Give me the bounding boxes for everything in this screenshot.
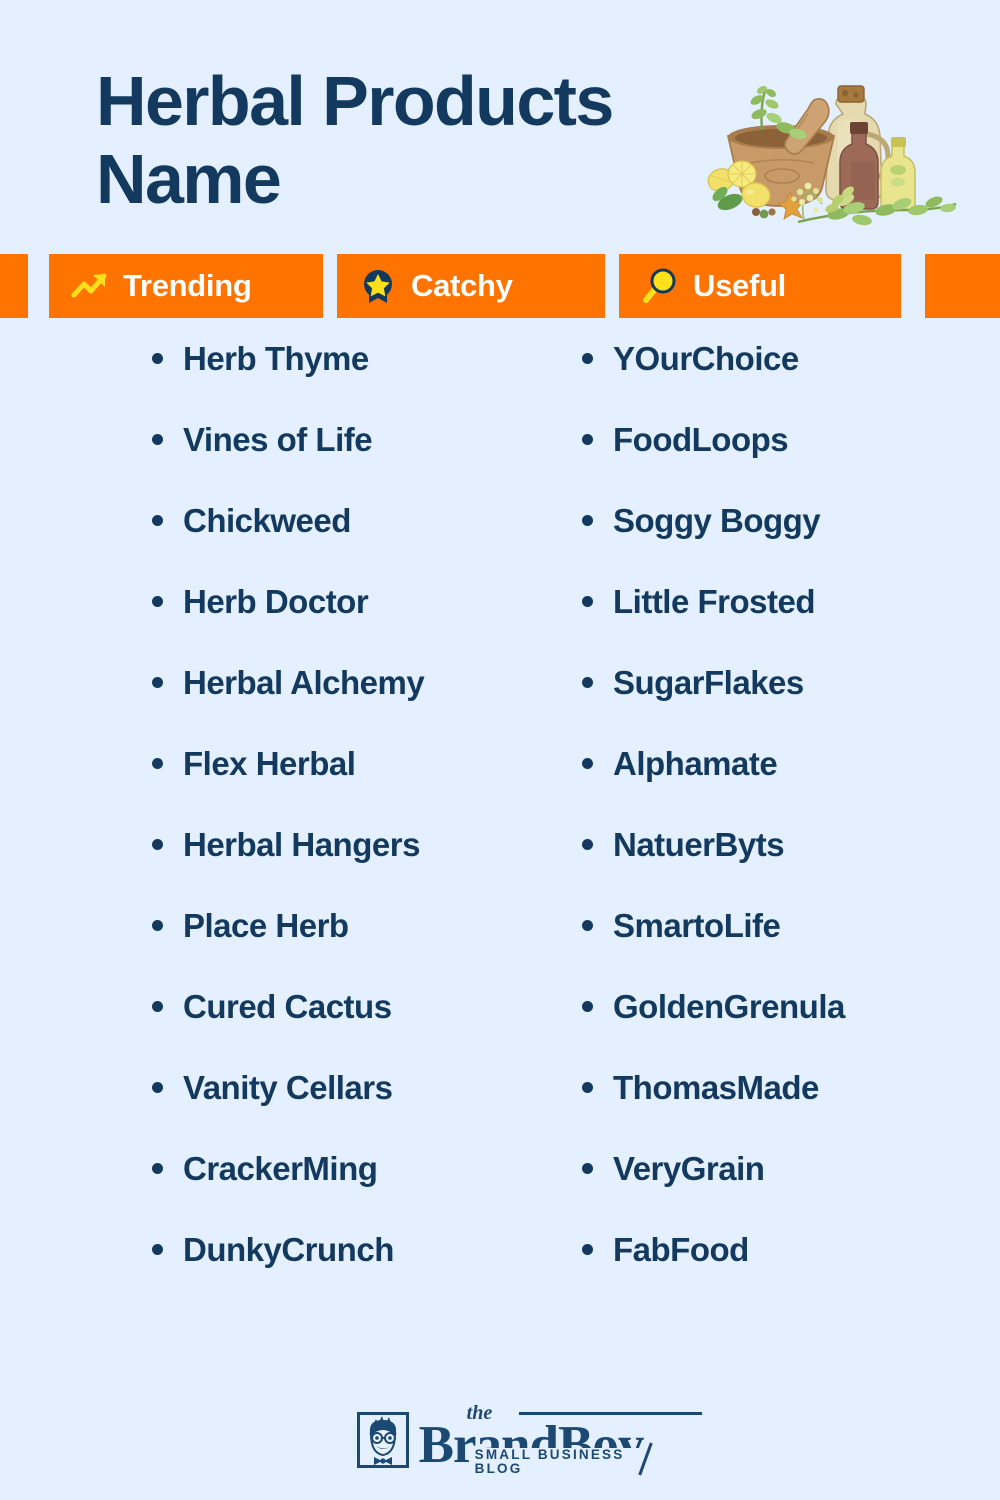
bullet-icon [582,434,593,445]
list-item-label: FabFood [613,1230,749,1268]
bullet-icon [582,1001,593,1012]
list-item-label: Herbal Alchemy [183,663,425,701]
list-item-label: GoldenGrenula [613,987,845,1025]
badge-catchy[interactable]: Catchy [337,254,605,318]
bullet-icon [152,596,163,607]
list-item-label: Herb Thyme [183,339,369,377]
bullet-icon [152,920,163,931]
badge-catchy-label: Catchy [411,268,513,303]
list-item: YOurChoice [570,318,990,399]
list-item-label: SugarFlakes [613,663,804,701]
list-item: FabFood [570,1209,990,1290]
list-item-label: Alphamate [613,744,778,782]
list-item-label: Flex Herbal [183,744,356,782]
badge-useful[interactable]: Useful [619,254,901,318]
header: Herbal Products Name [0,0,1000,254]
list-item-label: VeryGrain [613,1149,765,1187]
list-item: FoodLoops [570,399,990,480]
bullet-icon [582,515,593,526]
list-item: Little Frosted [570,561,990,642]
list-item: NatuerByts [570,804,990,885]
badge-useful-label: Useful [693,268,786,303]
bullet-icon [152,1001,163,1012]
list-item: Chickweed [140,480,560,561]
trending-up-icon [71,267,109,305]
bullet-icon [152,353,163,364]
name-lists: Herb Thyme Vines of Life Chickweed Herb … [0,318,1000,1290]
brand-the-label: the [466,1402,493,1424]
bullet-icon [582,596,593,607]
list-item: DunkyCrunch [140,1209,560,1290]
wordmark-rule [518,1412,702,1415]
list-item: CrackerMing [140,1128,560,1209]
list-item: VeryGrain [570,1128,990,1209]
list-item: Flex Herbal [140,723,560,804]
brand-tagline: SMALL BUSINESS BLOG [470,1448,644,1475]
list-item-label: Vines of Life [183,420,373,458]
list-item-label: CrackerMing [183,1149,378,1187]
badge-bar-left-strip [0,254,28,318]
list-item: GoldenGrenula [570,966,990,1047]
bullet-icon [582,677,593,688]
bullet-icon [582,758,593,769]
bullet-icon [152,758,163,769]
badge-bar-right-strip [925,254,1000,318]
list-item-label: SmartoLife [613,906,781,944]
bullet-icon [582,1163,593,1174]
bullet-icon [152,434,163,445]
list-item-label: Chickweed [183,501,351,539]
bullet-icon [582,1082,593,1093]
list-item-label: FoodLoops [613,420,789,458]
bullet-icon [582,839,593,850]
bullet-icon [582,1244,593,1255]
herbal-illustration [686,52,982,242]
bullet-icon [152,677,163,688]
list-item-label: Cured Cactus [183,987,392,1025]
page-title: Herbal Products Name [96,62,614,219]
list-item: Herbal Hangers [140,804,560,885]
list-item: Alphamate [570,723,990,804]
badge-trending[interactable]: Trending [49,254,323,318]
list-item: Herb Doctor [140,561,560,642]
bullet-icon [152,515,163,526]
badge-trending-label: Trending [123,268,252,303]
name-column-right: YOurChoice FoodLoops Soggy Boggy Little … [570,318,990,1290]
footer: the BrandBoy SMALL BUSINESS BLOG [0,1403,1000,1476]
list-item-label: Herb Doctor [183,582,369,620]
bullet-icon [582,353,593,364]
list-item: ThomasMade [570,1047,990,1128]
list-item: Herbal Alchemy [140,642,560,723]
list-item-label: DunkyCrunch [183,1230,394,1268]
list-item: Vanity Cellars [140,1047,560,1128]
list-item: SmartoLife [570,885,990,966]
brandboy-mascot-icon [356,1411,409,1468]
name-column-left: Herb Thyme Vines of Life Chickweed Herb … [140,318,560,1290]
list-item: Herb Thyme [140,318,560,399]
list-item: Place Herb [140,885,560,966]
list-item-label: NatuerByts [613,825,785,863]
bullet-icon [582,920,593,931]
list-item-label: Herbal Hangers [183,825,420,863]
list-item: Soggy Boggy [570,480,990,561]
list-item: Cured Cactus [140,966,560,1047]
list-item-label: Little Frosted [613,582,816,620]
list-item-label: Soggy Boggy [613,501,821,539]
bullet-icon [152,1082,163,1093]
badge-bar: Trending Catchy Useful [0,254,1000,318]
award-star-icon [359,267,397,305]
bullet-icon [152,1244,163,1255]
list-item-label: YOurChoice [613,339,799,377]
brandboy-logo[interactable]: the BrandBoy SMALL BUSINESS BLOG [356,1403,702,1476]
bullet-icon [152,1163,163,1174]
bullet-icon [152,839,163,850]
list-item-label: Place Herb [183,906,349,944]
list-item: Vines of Life [140,399,560,480]
list-item-label: ThomasMade [613,1068,819,1106]
brandboy-wordmark: the BrandBoy SMALL BUSINESS BLOG [419,1403,702,1476]
list-item-label: Vanity Cellars [183,1068,393,1106]
magnifier-icon [641,267,679,305]
list-item: SugarFlakes [570,642,990,723]
